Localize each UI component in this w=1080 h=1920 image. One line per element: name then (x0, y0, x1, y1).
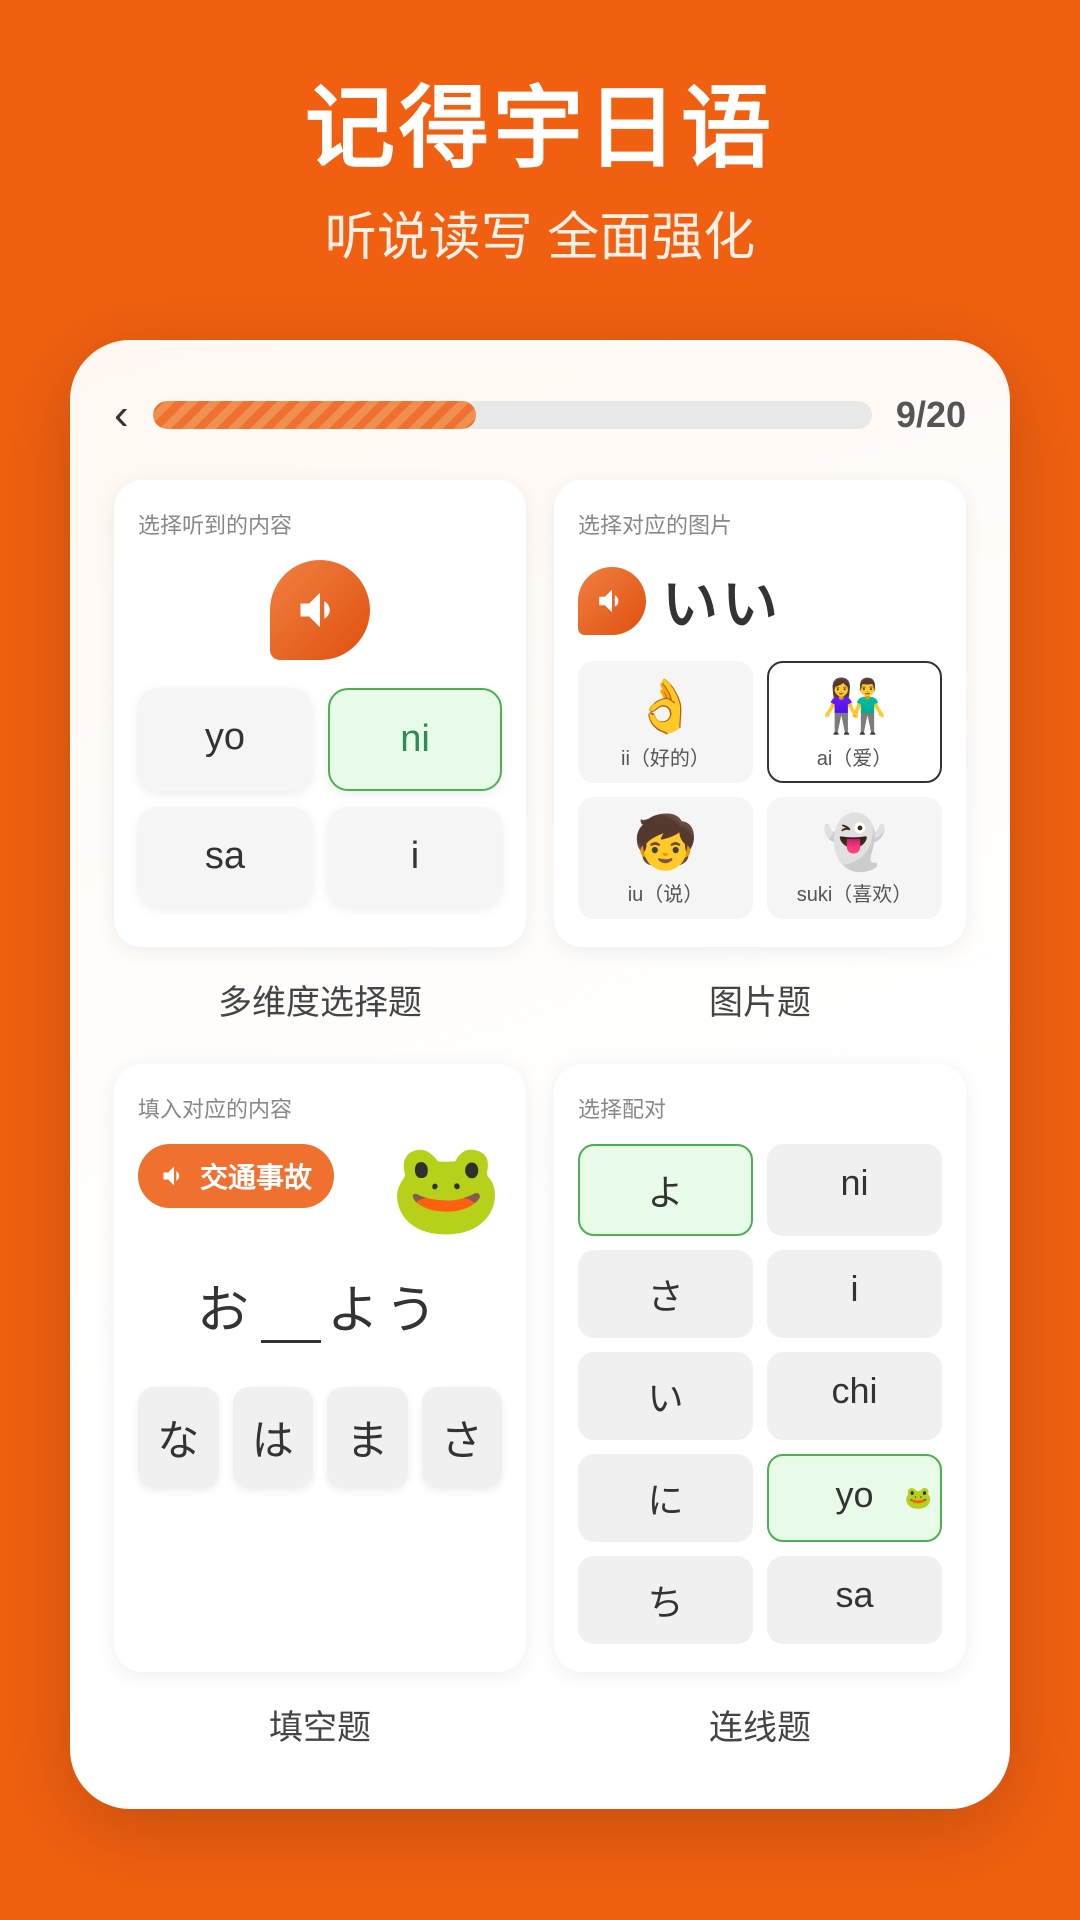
progress-bar-fill (153, 401, 477, 429)
audio-button-small[interactable] (578, 567, 646, 635)
label-fill: 填空题 (114, 1700, 526, 1749)
pic-suki-label: suki（喜欢） (797, 884, 913, 906)
audio-button-large[interactable] (270, 560, 370, 660)
pic-iu-emoji: 🧒 (590, 815, 741, 872)
top-card-labels: 多维度选择题 图片题 (114, 975, 966, 1024)
card2-label: 选择对应的图片 (578, 508, 942, 540)
bottom-cards-grid: 填入对应的内容 交通事故 🐸 およう (114, 1064, 966, 1672)
mascot-yo: 🐸 (905, 1485, 932, 1511)
kana-ma[interactable]: ま (327, 1387, 408, 1488)
match-left-yo[interactable]: よ (578, 1144, 753, 1236)
pic-ok[interactable]: 👌 ii（好的） (578, 661, 753, 783)
header: 记得宇日语 听说读写 全面强化 (0, 0, 1080, 320)
progress-label: 9/20 (896, 394, 966, 436)
audio-word-text: 交通事故 (200, 1156, 312, 1196)
pic-ok-emoji: 👌 (590, 679, 741, 736)
pic-suki[interactable]: 👻 suki（喜欢） (767, 797, 942, 919)
picture-grid: 👌 ii（好的） 👫 ai（爱） 🧒 iu（说） 👻 suki（喜欢） (578, 661, 942, 919)
pic-ai-label: ai（爱） (817, 748, 893, 770)
card3-label: 填入对应的内容 (138, 1092, 502, 1124)
app-subtitle: 听说读写 全面强化 (60, 195, 1020, 270)
audio-word-tag[interactable]: 交通事故 (138, 1144, 334, 1208)
app-title: 记得宇日语 (60, 80, 1020, 179)
fill-audio-area: 交通事故 (138, 1144, 334, 1222)
card-picture-choice: 选择对应的图片 いい 👌 ii（好的） 👫 (554, 480, 966, 947)
audio-row: いい (578, 560, 942, 641)
speaker-icon (294, 584, 346, 636)
choice-sa[interactable]: sa (138, 807, 312, 906)
fill-header: 交通事故 🐸 (138, 1144, 502, 1234)
blank-underline (261, 1340, 321, 1343)
match-left-sa[interactable]: さ (578, 1250, 753, 1338)
phone-card: ‹ 9/20 选择听到的内容 yo ni sa i (70, 340, 1010, 1809)
back-button[interactable]: ‹ (114, 390, 129, 440)
top-cards-grid: 选择听到的内容 yo ni sa i 选择对应的图片 (114, 480, 966, 947)
pic-ai[interactable]: 👫 ai（爱） (767, 661, 942, 783)
kana-choices: な は ま さ (138, 1387, 502, 1488)
choice-ni[interactable]: ni (328, 688, 502, 791)
kana-ha[interactable]: は (233, 1387, 314, 1488)
label-picture: 图片题 (554, 975, 966, 1024)
speaker-icon-small (595, 584, 629, 618)
pic-ai-emoji: 👫 (779, 679, 930, 736)
progress-bar-background (153, 401, 872, 429)
pic-iu[interactable]: 🧒 iu（说） (578, 797, 753, 919)
kana-sa[interactable]: さ (422, 1387, 503, 1488)
progress-row: ‹ 9/20 (114, 390, 966, 440)
match-left-chi[interactable]: ち (578, 1556, 753, 1644)
card1-label: 选择听到的内容 (138, 508, 502, 540)
match-right-yo[interactable]: yo 🐸 (767, 1454, 942, 1542)
choice-grid: yo ni sa i (138, 688, 502, 906)
match-right-i[interactable]: i (767, 1250, 942, 1338)
match-right-ni[interactable]: ni (767, 1144, 942, 1236)
speaker-icon-tag (160, 1162, 188, 1190)
blank-sentence: およう (138, 1244, 502, 1367)
mascot-frog: 🐸 (390, 1144, 502, 1234)
pic-ok-label: ii（好的） (621, 748, 710, 770)
card-listen-choice: 选择听到的内容 yo ni sa i (114, 480, 526, 947)
match-left-i[interactable]: い (578, 1352, 753, 1440)
label-multidim: 多维度选择题 (114, 975, 526, 1024)
choice-i[interactable]: i (328, 807, 502, 906)
bottom-card-labels: 填空题 连线题 (114, 1700, 966, 1749)
label-match: 连线题 (554, 1700, 966, 1749)
jp-word: いい (662, 560, 782, 641)
match-right-chi[interactable]: chi (767, 1352, 942, 1440)
card-matching: 选择配对 よ ni さ i い chi に yo 🐸 ち (554, 1064, 966, 1672)
pic-iu-label: iu（说） (628, 884, 704, 906)
match-grid: よ ni さ i い chi に yo 🐸 ち sa (578, 1144, 942, 1644)
choice-yo[interactable]: yo (138, 688, 312, 791)
card4-label: 选择配对 (578, 1092, 942, 1124)
pic-suki-emoji: 👻 (779, 815, 930, 872)
card-fill-blank: 填入对应的内容 交通事故 🐸 およう (114, 1064, 526, 1672)
match-left-ni[interactable]: に (578, 1454, 753, 1542)
kana-na[interactable]: な (138, 1387, 219, 1488)
match-right-sa[interactable]: sa (767, 1556, 942, 1644)
